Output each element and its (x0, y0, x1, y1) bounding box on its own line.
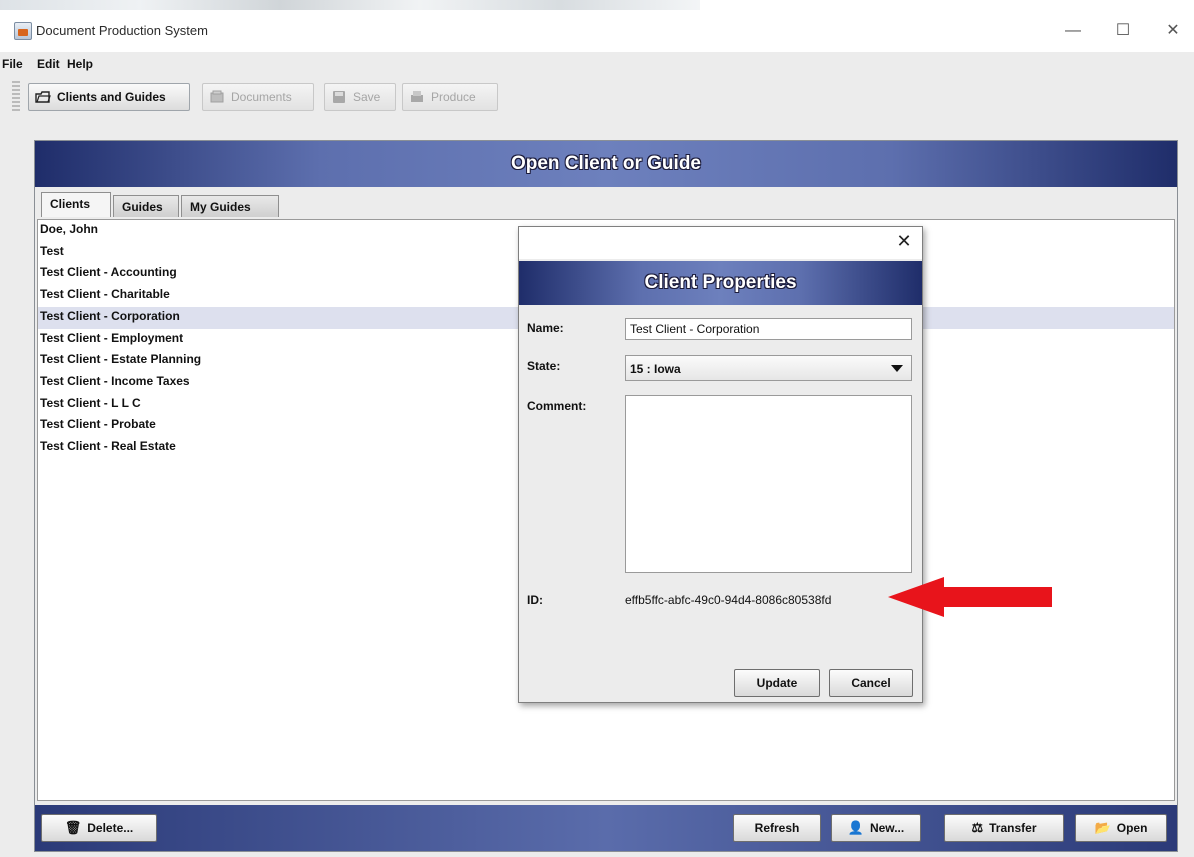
new-button[interactable]: 👤 New... (831, 814, 921, 842)
menu-edit[interactable]: Edit (37, 57, 60, 71)
save-label: Save (353, 90, 381, 104)
delete-button[interactable]: 🗑 Delete... (41, 814, 157, 842)
panel-title: Open Client or Guide (35, 141, 1177, 187)
dialog-titlebar: ✕ (519, 227, 922, 259)
comment-label: Comment: (527, 399, 587, 413)
save-button[interactable]: Save (324, 83, 396, 111)
transfer-label: Transfer (989, 821, 1037, 835)
state-label: State: (527, 359, 561, 373)
transfer-icon: ⚖ (971, 820, 984, 835)
tab-clients[interactable]: Clients (41, 192, 111, 217)
desktop-background-strip (0, 0, 1194, 12)
window-close-button[interactable]: ✕ (1158, 18, 1188, 44)
menu-file[interactable]: File (2, 57, 23, 71)
documents-icon (209, 90, 225, 104)
tab-my-guides[interactable]: My Guides (181, 195, 279, 217)
red-annotation-arrow (888, 577, 1052, 617)
toolbar-grip[interactable] (12, 81, 20, 111)
window-titlebar: Document Production System — ☐ ✕ (0, 12, 1194, 52)
produce-label: Produce (431, 90, 476, 104)
new-person-icon: 👤 (847, 820, 864, 835)
clients-and-guides-button[interactable]: Clients and Guides (28, 83, 190, 111)
toolbar: Clients and Guides Documents Save Produc… (0, 76, 1194, 116)
name-label: Name: (527, 321, 564, 335)
save-disk-icon (331, 90, 347, 104)
name-field[interactable] (625, 318, 912, 340)
client-id-value: effb5ffc-abfc-49c0-94d4-8086c80538fd (625, 593, 832, 607)
open-button[interactable]: 📂 Open (1075, 814, 1167, 842)
delete-label: Delete... (87, 821, 134, 835)
comment-field[interactable] (625, 395, 912, 573)
state-dropdown[interactable]: 15 : Iowa (625, 355, 912, 381)
state-value: 15 : Iowa (630, 362, 681, 376)
dialog-close-button[interactable]: ✕ (893, 231, 915, 252)
refresh-button[interactable]: Refresh (733, 814, 821, 842)
background-window-edge (0, 0, 700, 10)
app-icon (14, 22, 32, 40)
produce-icon (409, 90, 425, 104)
new-label: New... (869, 821, 905, 835)
cancel-button[interactable]: Cancel (829, 669, 913, 697)
documents-button[interactable]: Documents (202, 83, 314, 111)
maximize-button[interactable]: ☐ (1108, 18, 1138, 44)
open-icon: 📂 (1094, 820, 1111, 835)
minimize-button[interactable]: — (1058, 18, 1088, 44)
client-properties-dialog: ✕ Client Properties Name: State: 15 : Io… (518, 226, 923, 703)
tab-guides[interactable]: Guides (113, 195, 179, 217)
documents-label: Documents (231, 90, 292, 104)
transfer-button[interactable]: ⚖ Transfer (944, 814, 1064, 842)
clients-and-guides-label: Clients and Guides (57, 90, 166, 104)
update-button[interactable]: Update (734, 669, 820, 697)
menu-help[interactable]: Help (67, 57, 93, 71)
trash-icon: 🗑 (64, 820, 82, 835)
produce-button[interactable]: Produce (402, 83, 498, 111)
panel-footer: 🗑 Delete... Refresh 👤 New... ⚖ Transfer … (35, 805, 1177, 851)
dialog-title: Client Properties (519, 261, 922, 305)
open-label: Open (1116, 821, 1148, 835)
window-title: Document Production System (36, 23, 208, 38)
open-folder-icon (35, 90, 51, 104)
refresh-label: Refresh (754, 821, 800, 835)
menu-bar: File Edit Help (0, 52, 1194, 76)
id-label: ID: (527, 593, 543, 607)
chevron-down-icon (891, 365, 903, 372)
